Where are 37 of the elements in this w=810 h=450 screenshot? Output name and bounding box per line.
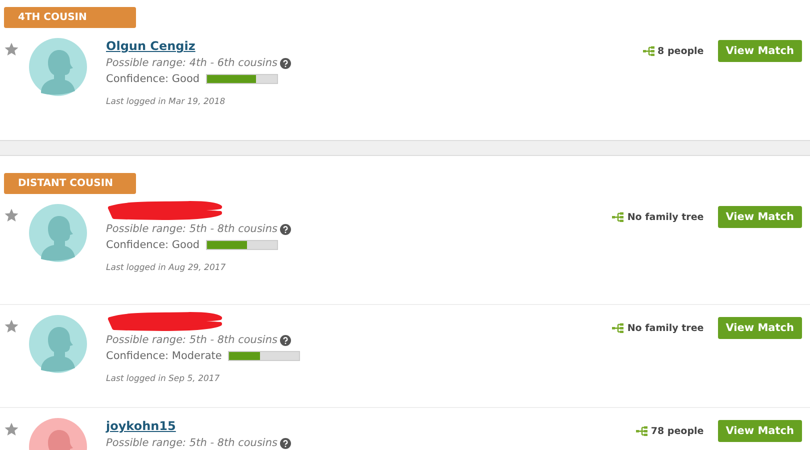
match-name-link[interactable]: joykohn15 bbox=[106, 418, 292, 434]
family-tree-text: 8 people bbox=[658, 46, 704, 56]
match-name-link[interactable]: Olgun Cengiz bbox=[106, 38, 292, 54]
family-tree-text: No family tree bbox=[627, 322, 704, 334]
family-tree-text: 78 people bbox=[650, 426, 704, 436]
possible-range: Possible range: 5th - 8th cousins bbox=[106, 334, 278, 346]
confidence-text: Confidence: Good bbox=[106, 73, 200, 85]
help-icon[interactable] bbox=[280, 224, 292, 234]
tree-icon bbox=[636, 426, 648, 436]
possible-range: Possible range: 5th - 8th cousins bbox=[106, 223, 278, 235]
last-logged-text: Last logged in Mar 19, 2018 bbox=[106, 97, 226, 107]
help-icon[interactable] bbox=[280, 58, 292, 68]
help-icon[interactable] bbox=[280, 438, 292, 448]
star-icon[interactable] bbox=[4, 208, 19, 223]
family-tree-text: No family tree bbox=[627, 212, 704, 222]
avatar-icon bbox=[29, 204, 87, 262]
possible-range: Possible range: 4th - 6th cousins bbox=[106, 57, 278, 69]
view-match-button[interactable]: View Match bbox=[718, 40, 802, 62]
view-match-button[interactable]: View Match bbox=[718, 206, 802, 228]
section-label: 4TH COUSIN bbox=[4, 7, 136, 28]
avatar-icon bbox=[29, 38, 87, 96]
tree-icon bbox=[612, 212, 624, 222]
star-icon[interactable] bbox=[4, 319, 19, 334]
possible-range: Possible range: 5th - 8th cousins bbox=[106, 437, 278, 449]
section-label: DISTANT COUSIN bbox=[4, 173, 136, 194]
star-icon[interactable] bbox=[4, 422, 19, 437]
confidence-text: Confidence: Moderate bbox=[106, 350, 222, 362]
last-logged-text: Last logged in Aug 29, 2017 bbox=[106, 263, 227, 273]
tree-icon bbox=[612, 323, 624, 333]
avatar-icon bbox=[29, 315, 87, 373]
confidence-text: Confidence: Good bbox=[106, 239, 200, 251]
star-icon[interactable] bbox=[4, 42, 19, 57]
last-logged-text: Last logged in Sep 5, 2017 bbox=[106, 374, 221, 384]
view-match-button[interactable]: View Match bbox=[718, 317, 802, 339]
help-icon[interactable] bbox=[280, 334, 292, 346]
tree-icon bbox=[642, 46, 655, 56]
view-match-button[interactable]: View Match bbox=[718, 420, 802, 442]
